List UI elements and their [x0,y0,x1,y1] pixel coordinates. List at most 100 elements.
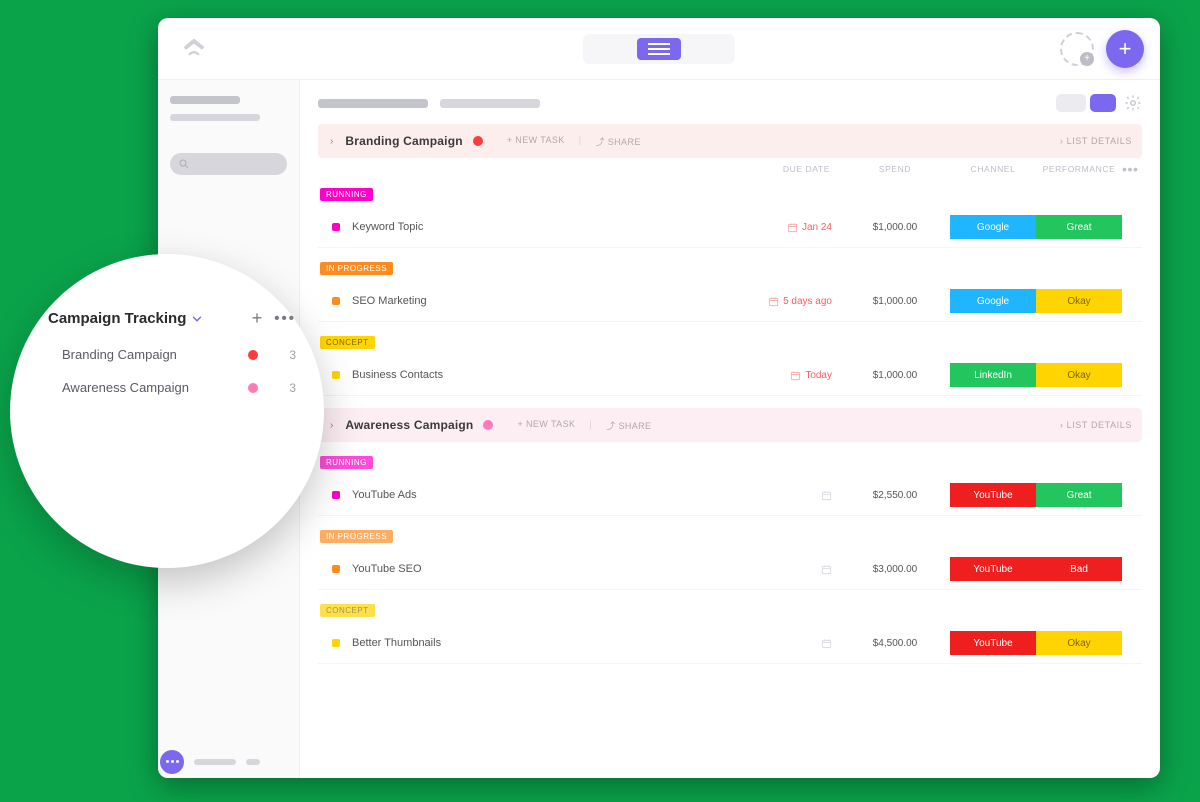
view-seg-3[interactable] [687,38,731,60]
list-details-button[interactable]: › LIST DETAILS [1060,136,1132,146]
status-bullet[interactable] [332,565,340,573]
breadcrumb-skeleton [440,99,540,108]
status-bullet[interactable] [332,491,340,499]
share-button[interactable]: ⤴ SHARE [595,135,640,148]
task-spend[interactable]: $3,000.00 [840,564,950,575]
status-bullet[interactable] [332,371,340,379]
calendar-icon [790,370,801,381]
task-row[interactable]: Keyword TopicJan 24$1,000.00GoogleGreat [318,207,1142,248]
view-pills [1056,94,1142,112]
task-performance[interactable]: Bad [1036,557,1122,581]
task-channel[interactable]: YouTube [950,557,1036,581]
sidebar-skeleton [170,96,240,104]
popover-item-count: 3 [272,348,296,362]
list-title: Branding Campaign [345,134,462,148]
gear-icon[interactable] [1124,94,1142,112]
task-row[interactable]: YouTube Ads$2,550.00YouTubeGreat [318,475,1142,516]
list-color-dot [473,136,483,146]
status-label[interactable]: RUNNING [320,188,373,201]
popover-add-button[interactable]: + [252,308,263,329]
status-bullet[interactable] [332,639,340,647]
task-due[interactable] [730,564,840,575]
status-label[interactable]: IN PROGRESS [320,262,393,275]
status-label[interactable]: CONCEPT [320,336,375,349]
create-button[interactable]: + [1106,30,1144,68]
chevron-down-icon[interactable] [190,312,204,326]
task-row[interactable]: YouTube SEO $3,000.00YouTubeBad [318,549,1142,590]
task-channel[interactable]: Google [950,289,1036,313]
list-details-button[interactable]: › LIST DETAILS [1060,420,1132,430]
calendar-icon [821,564,832,575]
popover-title[interactable]: Campaign Tracking [48,310,186,327]
task-name: Better Thumbnails [352,637,730,649]
popover-item-count: 3 [272,381,296,395]
calendar-icon [787,222,798,233]
view-seg-list[interactable] [637,38,681,60]
task-spend[interactable]: $2,550.00 [840,490,950,501]
task-spend[interactable]: $4,500.00 [840,638,950,649]
task-row[interactable]: Better Thumbnails $4,500.00YouTubeOkay [318,623,1142,664]
task-row[interactable]: Business ContactsToday$1,000.00LinkedInO… [318,355,1142,396]
popover-list-item[interactable]: Awareness Campaign 3 [48,380,296,395]
list-header[interactable]: ›Branding Campaign+ NEW TASK|⤴ SHARE› LI… [318,124,1142,158]
task-due[interactable] [730,638,840,649]
task-performance[interactable]: Great [1036,215,1122,239]
col-spend: SPEND [840,164,950,174]
task-channel[interactable]: Google [950,215,1036,239]
task-performance[interactable]: Okay [1036,289,1122,313]
list-title: Awareness Campaign [345,418,473,432]
col-due: DUE DATE [730,164,840,174]
view-pill-active[interactable] [1090,94,1116,112]
popover-item-dot [248,383,258,393]
popover-item-dot [248,350,258,360]
task-due[interactable]: Today [730,370,840,381]
list-header[interactable]: ›Awareness Campaign+ NEW TASK|⤴ SHARE› L… [318,408,1142,442]
share-button[interactable]: ⤴ SHARE [606,419,651,432]
view-seg-1[interactable] [587,38,631,60]
sidebar-skeleton [170,114,260,121]
task-due[interactable]: Jan 24 [730,222,840,233]
task-due[interactable]: 5 days ago [730,296,840,307]
status-bullet[interactable] [332,297,340,305]
popover-list-item[interactable]: Branding Campaign 3 [48,347,296,362]
chat-button[interactable] [160,750,260,774]
calendar-icon [821,490,832,501]
sidebar-search[interactable] [170,153,287,175]
new-task-button[interactable]: + NEW TASK [507,135,565,148]
task-performance[interactable]: Great [1036,483,1122,507]
search-icon [178,158,190,170]
list-color-dot [483,420,493,430]
task-performance[interactable]: Okay [1036,631,1122,655]
main-content: ›Branding Campaign+ NEW TASK|⤴ SHARE› LI… [300,80,1160,778]
app-logo-icon [180,35,208,63]
task-spend[interactable]: $1,000.00 [840,222,950,233]
task-due[interactable] [730,490,840,501]
task-name: YouTube SEO [352,563,730,575]
invite-user-button[interactable] [1060,32,1094,66]
view-pill[interactable] [1056,94,1086,112]
chevron-right-icon: › [330,420,333,431]
popover-item-name: Branding Campaign [48,347,248,362]
task-channel[interactable]: LinkedIn [950,363,1036,387]
status-label[interactable]: CONCEPT [320,604,375,617]
task-spend[interactable]: $1,000.00 [840,296,950,307]
columns-more-button[interactable]: ••• [1122,165,1142,173]
status-label[interactable]: RUNNING [320,456,373,469]
task-name: Business Contacts [352,369,730,381]
status-label[interactable]: IN PROGRESS [320,530,393,543]
new-task-button[interactable]: + NEW TASK [517,419,575,432]
breadcrumb-skeleton [318,99,428,108]
task-name: Keyword Topic [352,221,730,233]
topbar: + [158,18,1160,80]
calendar-icon [768,296,779,307]
task-channel[interactable]: YouTube [950,483,1036,507]
task-spend[interactable]: $1,000.00 [840,370,950,381]
popover-item-name: Awareness Campaign [48,380,248,395]
col-performance: PERFORMANCE [1036,164,1122,174]
task-channel[interactable]: YouTube [950,631,1036,655]
popover-more-button[interactable]: ••• [274,310,296,327]
column-headers: DUE DATESPENDCHANNELPERFORMANCE••• [318,164,1142,174]
task-performance[interactable]: Okay [1036,363,1122,387]
task-row[interactable]: SEO Marketing5 days ago$1,000.00GoogleOk… [318,281,1142,322]
status-bullet[interactable] [332,223,340,231]
